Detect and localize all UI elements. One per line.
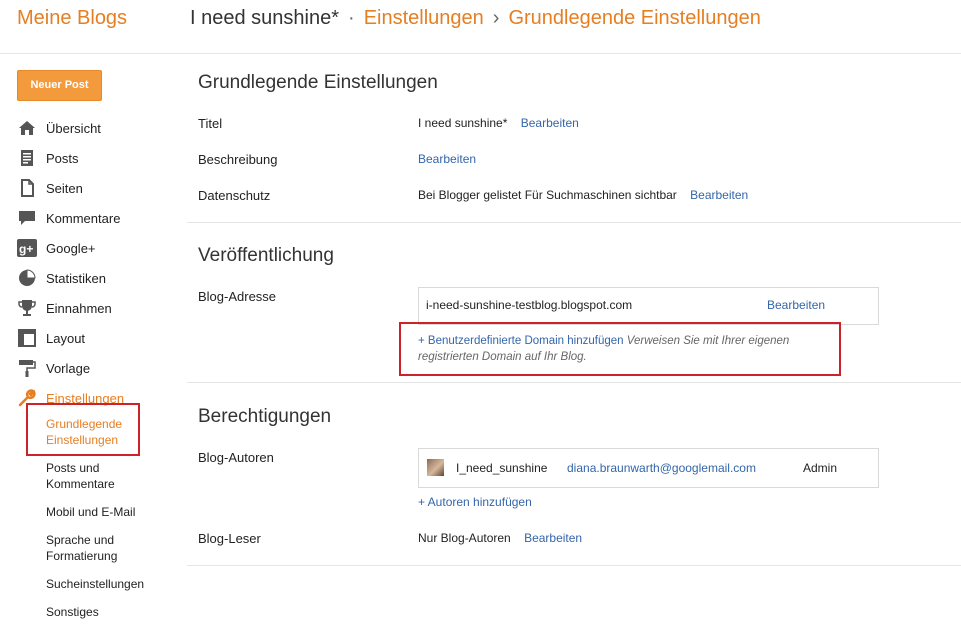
sidebar-item-pages[interactable]: Seiten <box>17 173 177 203</box>
readers-value: Nur Blog-Autoren <box>418 531 511 545</box>
section-divider <box>187 382 961 383</box>
blog-address-label: Blog-Adresse <box>198 289 277 304</box>
breadcrumb-arrow: › <box>492 7 500 29</box>
paint-roller-icon <box>17 358 37 378</box>
google-plus-icon: g+ <box>17 238 37 258</box>
title-row: I need sunshine* Bearbeiten <box>418 116 579 130</box>
add-custom-domain-link[interactable]: + Benutzerdefinierte Domain hinzufügen <box>418 335 624 347</box>
sidebar-item-earnings[interactable]: Einnahmen <box>17 293 177 323</box>
edit-address-link[interactable]: Bearbeiten <box>767 298 825 312</box>
privacy-row: Bei Blogger gelistet Für Suchmaschinen s… <box>418 188 748 202</box>
sidebar-item-template[interactable]: Vorlage <box>17 353 177 383</box>
blog-readers-label: Blog-Leser <box>198 531 261 546</box>
edit-title-link[interactable]: Bearbeiten <box>521 116 579 130</box>
subnav-language-format[interactable]: Sprache und Formatierung <box>46 532 166 564</box>
sidebar-item-label: Posts <box>46 150 79 166</box>
section-title-basic: Grundlegende Einstellungen <box>198 72 438 93</box>
section-title-publishing: Veröffentlichung <box>198 245 334 266</box>
breadcrumb: I need sunshine* · Einstellungen › Grundlege… <box>190 7 761 30</box>
avatar <box>427 459 444 476</box>
authors-box: I_need_sunshine diana.braunwarth@googlem… <box>418 448 879 488</box>
sidebar-item-overview[interactable]: Übersicht <box>17 113 177 143</box>
subnav-other[interactable]: Sonstiges <box>46 604 166 620</box>
svg-text:g+: g+ <box>19 242 33 256</box>
posts-icon <box>17 148 37 168</box>
custom-domain-row: + Benutzerdefinierte Domain hinzufügen V… <box>418 333 828 365</box>
sidebar-item-label: Layout <box>46 330 86 346</box>
sidebar-item-layout[interactable]: Layout <box>17 323 177 353</box>
sidebar-item-label: Übersicht <box>46 120 101 136</box>
author-email[interactable]: diana.braunwarth@googlemail.com <box>567 461 756 475</box>
edit-description-link[interactable]: Bearbeiten <box>418 152 476 166</box>
new-post-button[interactable]: Neuer Post <box>17 70 102 101</box>
title-value: I need sunshine* <box>418 116 508 130</box>
description-label: Beschreibung <box>198 152 278 167</box>
breadcrumb-basic-settings: Grundlegende Einstellungen <box>508 7 761 29</box>
blog-address-value: i-need-sunshine-testblog.blogspot.com <box>426 298 633 312</box>
readers-row: Nur Blog-Autoren Bearbeiten <box>418 531 582 545</box>
subnav-posts-comments[interactable]: Posts und Kommentare <box>46 460 166 492</box>
subnav-mobile-email[interactable]: Mobil und E-Mail <box>46 504 166 520</box>
author-role: Admin <box>803 461 838 475</box>
add-authors-link[interactable]: + Autoren hinzufügen <box>418 495 532 509</box>
privacy-value: Bei Blogger gelistet Für Suchmaschinen s… <box>418 188 677 202</box>
sidebar-item-label: Seiten <box>46 180 83 196</box>
my-blogs-link[interactable]: Meine Blogs <box>17 7 127 30</box>
edit-privacy-link[interactable]: Bearbeiten <box>690 188 748 202</box>
trophy-icon <box>17 298 37 318</box>
blog-address-box: i-need-sunshine-testblog.blogspot.com Be… <box>418 287 879 325</box>
sidebar-item-label: Kommentare <box>46 210 121 226</box>
section-title-permissions: Berechtigungen <box>198 406 332 427</box>
highlight-box-basic-settings <box>26 403 140 456</box>
layout-icon <box>17 328 37 348</box>
sidebar-item-stats[interactable]: Statistiken <box>17 263 177 293</box>
edit-readers-link[interactable]: Bearbeiten <box>524 531 582 545</box>
sidebar-nav: Übersicht Posts Seiten Kommentare g+ Goo… <box>17 113 177 413</box>
top-bar: Meine Blogs I need sunshine* · Einstellung… <box>0 0 961 54</box>
privacy-label: Datenschutz <box>198 188 271 203</box>
section-divider <box>187 565 961 566</box>
sidebar-item-google-plus[interactable]: g+ Google+ <box>17 233 177 263</box>
breadcrumb-settings[interactable]: Einstellungen <box>364 7 484 29</box>
subnav-search-settings[interactable]: Sucheinstellungen <box>46 576 166 592</box>
section-divider <box>187 222 961 223</box>
pages-icon <box>17 178 37 198</box>
author-name: I_need_sunshine <box>456 461 548 475</box>
sidebar-item-label: Statistiken <box>46 270 106 286</box>
breadcrumb-dot: · <box>348 7 355 29</box>
comments-icon <box>17 208 37 228</box>
title-label: Titel <box>198 116 223 131</box>
pie-chart-icon <box>17 268 37 288</box>
sidebar-item-label: Vorlage <box>46 360 91 376</box>
blog-title[interactable]: I need sunshine* <box>190 7 339 29</box>
sidebar-item-label: Einnahmen <box>46 300 112 316</box>
sidebar-item-posts[interactable]: Posts <box>17 143 177 173</box>
sidebar-item-comments[interactable]: Kommentare <box>17 203 177 233</box>
blog-authors-label: Blog-Autoren <box>198 450 274 465</box>
home-icon <box>17 118 37 138</box>
sidebar-item-label: Google+ <box>46 240 96 256</box>
description-row: Bearbeiten <box>418 152 476 166</box>
